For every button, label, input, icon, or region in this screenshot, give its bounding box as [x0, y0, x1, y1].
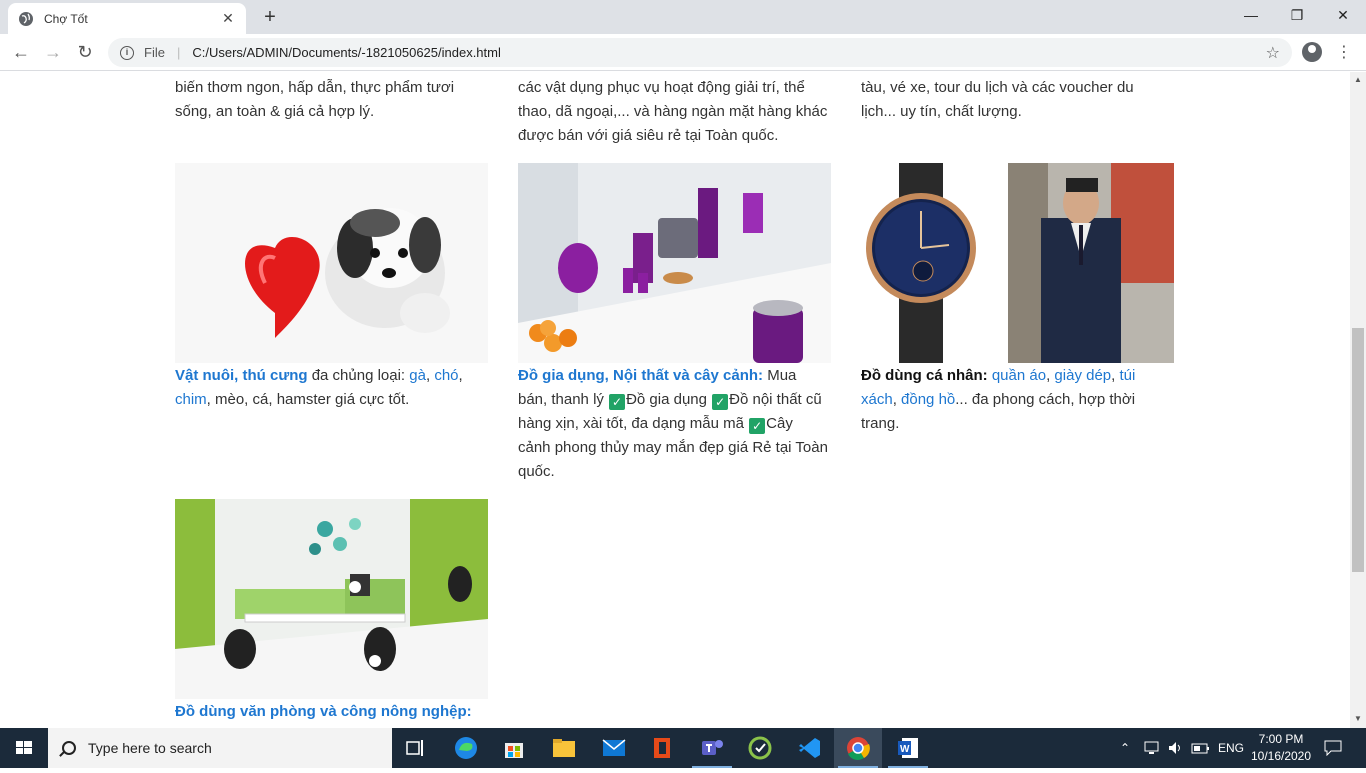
start-button[interactable]	[0, 728, 48, 768]
vscode-icon[interactable]	[786, 728, 834, 768]
chrome-icon[interactable]	[834, 728, 882, 768]
search-placeholder: Type here to search	[88, 740, 212, 756]
personal-paragraph: Đồ dùng cá nhân: quần áo, giày dép, túi …	[861, 364, 1171, 436]
household-paragraph: Đồ gia dụng, Nội thất và cây cảnh: Mua b…	[518, 364, 828, 484]
link-cho[interactable]: chó	[434, 367, 458, 384]
browser-toolbar: ← → ↻ i File | C:/Users/ADMIN/Documents/…	[0, 34, 1366, 71]
browser-menu-icon[interactable]: ⋮	[1336, 42, 1352, 62]
system-clock[interactable]: 7:00 PM 10/16/2020	[1248, 731, 1314, 765]
scroll-up-icon[interactable]: ▲	[1354, 75, 1362, 84]
mail-icon[interactable]	[590, 728, 638, 768]
scroll-down-icon[interactable]: ▼	[1354, 714, 1362, 723]
household-title[interactable]: Đồ gia dụng, Nội thất và cây cảnh:	[518, 367, 763, 384]
page-scrollbar[interactable]: ▲ ▼	[1350, 72, 1366, 728]
svg-text:W: W	[900, 744, 910, 755]
entertainment-description: các vật dụng phục vụ hoạt động giải trí,…	[518, 79, 828, 144]
page-viewport: biến thơm ngon, hấp dẫn, thực phẩm tươi …	[0, 72, 1350, 728]
windows-taskbar: Type here to search W ⌃ ENG 7:00 PM 10/1…	[0, 728, 1366, 768]
link-ga[interactable]: gà	[409, 367, 426, 384]
search-icon	[62, 741, 76, 755]
clock-time: 7:00 PM	[1258, 732, 1304, 746]
link-chim[interactable]: chim	[175, 391, 207, 408]
edge-icon[interactable]	[442, 728, 490, 768]
kitchen-illustration	[518, 163, 831, 363]
task-view-icon[interactable]	[392, 728, 440, 768]
show-hidden-icons[interactable]: ⌃	[1120, 728, 1130, 768]
office-icon[interactable]	[638, 728, 686, 768]
comma: ,	[892, 391, 902, 408]
household-text-2: Đồ gia dụng	[626, 391, 712, 408]
comma: ,	[458, 367, 463, 384]
puppy-illustration	[245, 208, 450, 338]
link-quan-ao[interactable]: quần áo	[992, 367, 1046, 384]
browser-tab[interactable]: Chợ Tốt ✕	[8, 3, 246, 34]
minimize-icon[interactable]: —	[1228, 0, 1274, 32]
language-indicator[interactable]: ENG	[1218, 728, 1244, 768]
file-explorer-icon[interactable]	[540, 728, 588, 768]
account-avatar-icon[interactable]	[1302, 42, 1322, 62]
windows-logo-icon	[16, 741, 32, 754]
back-arrow-icon[interactable]: ←	[8, 40, 34, 66]
pets-title[interactable]: Vật nuôi, thú cưng	[175, 367, 308, 384]
scrollbar-thumb[interactable]	[1352, 328, 1364, 572]
pets-text-end: , mèo, cá, hamster giá cực tốt.	[206, 391, 410, 408]
tab-title: Chợ Tốt	[44, 11, 88, 26]
new-tab-button[interactable]: +	[258, 6, 282, 30]
close-window-icon[interactable]: ✕	[1320, 0, 1366, 32]
url-scheme: File	[144, 45, 165, 60]
personal-items-image[interactable]	[861, 163, 1174, 363]
browser-titlebar: Chợ Tốt ✕ + — ❐ ✕	[0, 0, 1366, 34]
battery-icon[interactable]	[1191, 728, 1211, 768]
info-icon[interactable]: i	[120, 45, 134, 60]
clock-date: 10/16/2020	[1250, 749, 1312, 763]
pets-text: đa chủng loại:	[307, 367, 410, 384]
store-icon[interactable]	[490, 728, 538, 768]
office-illustration	[175, 499, 488, 699]
checkmark-icon: ✓	[609, 394, 626, 410]
link-dong-ho[interactable]: đồng hồ	[901, 391, 955, 408]
greenshot-icon[interactable]	[736, 728, 784, 768]
link-giay-dep[interactable]: giày dép	[1054, 367, 1111, 384]
watch-and-suit-illustration	[866, 163, 1174, 363]
taskbar-search[interactable]: Type here to search	[48, 728, 392, 768]
household-image[interactable]	[518, 163, 831, 363]
url-text[interactable]: C:/Users/ADMIN/Documents/-1821050625/ind…	[192, 45, 1265, 60]
checkmark-icon: ✓	[749, 418, 766, 434]
forward-arrow-icon[interactable]: →	[40, 40, 66, 66]
office-paragraph: Đồ dùng văn phòng và công nông nghệp:	[175, 700, 505, 724]
pets-paragraph: Vật nuôi, thú cưng đa chủng loại: gà, ch…	[175, 364, 493, 412]
word-icon[interactable]: W	[884, 728, 932, 768]
reload-icon[interactable]: ↻	[72, 40, 98, 66]
travel-description: tàu, vé xe, tour du lịch và các voucher …	[861, 79, 1134, 120]
checkmark-icon: ✓	[712, 394, 729, 410]
office-image[interactable]	[175, 499, 488, 699]
address-bar[interactable]: i File | C:/Users/ADMIN/Documents/-18210…	[108, 38, 1292, 67]
url-separator: |	[176, 45, 181, 60]
volume-icon[interactable]	[1167, 728, 1185, 768]
pets-image[interactable]	[175, 163, 488, 363]
office-title[interactable]: Đồ dùng văn phòng và công nông nghệp:	[175, 703, 472, 720]
close-tab-icon[interactable]: ✕	[220, 10, 236, 27]
globe-icon	[19, 11, 33, 26]
personal-title: Đồ dùng cá nhân:	[861, 367, 988, 384]
network-icon[interactable]	[1144, 728, 1162, 768]
bookmark-star-icon[interactable]: ☆	[1266, 43, 1280, 63]
notifications-icon[interactable]	[1324, 728, 1342, 768]
food-description: biến thơm ngon, hấp dẫn, thực phẩm tươi …	[175, 79, 455, 120]
teams-icon[interactable]	[688, 728, 736, 768]
restore-icon[interactable]: ❐	[1274, 0, 1320, 32]
